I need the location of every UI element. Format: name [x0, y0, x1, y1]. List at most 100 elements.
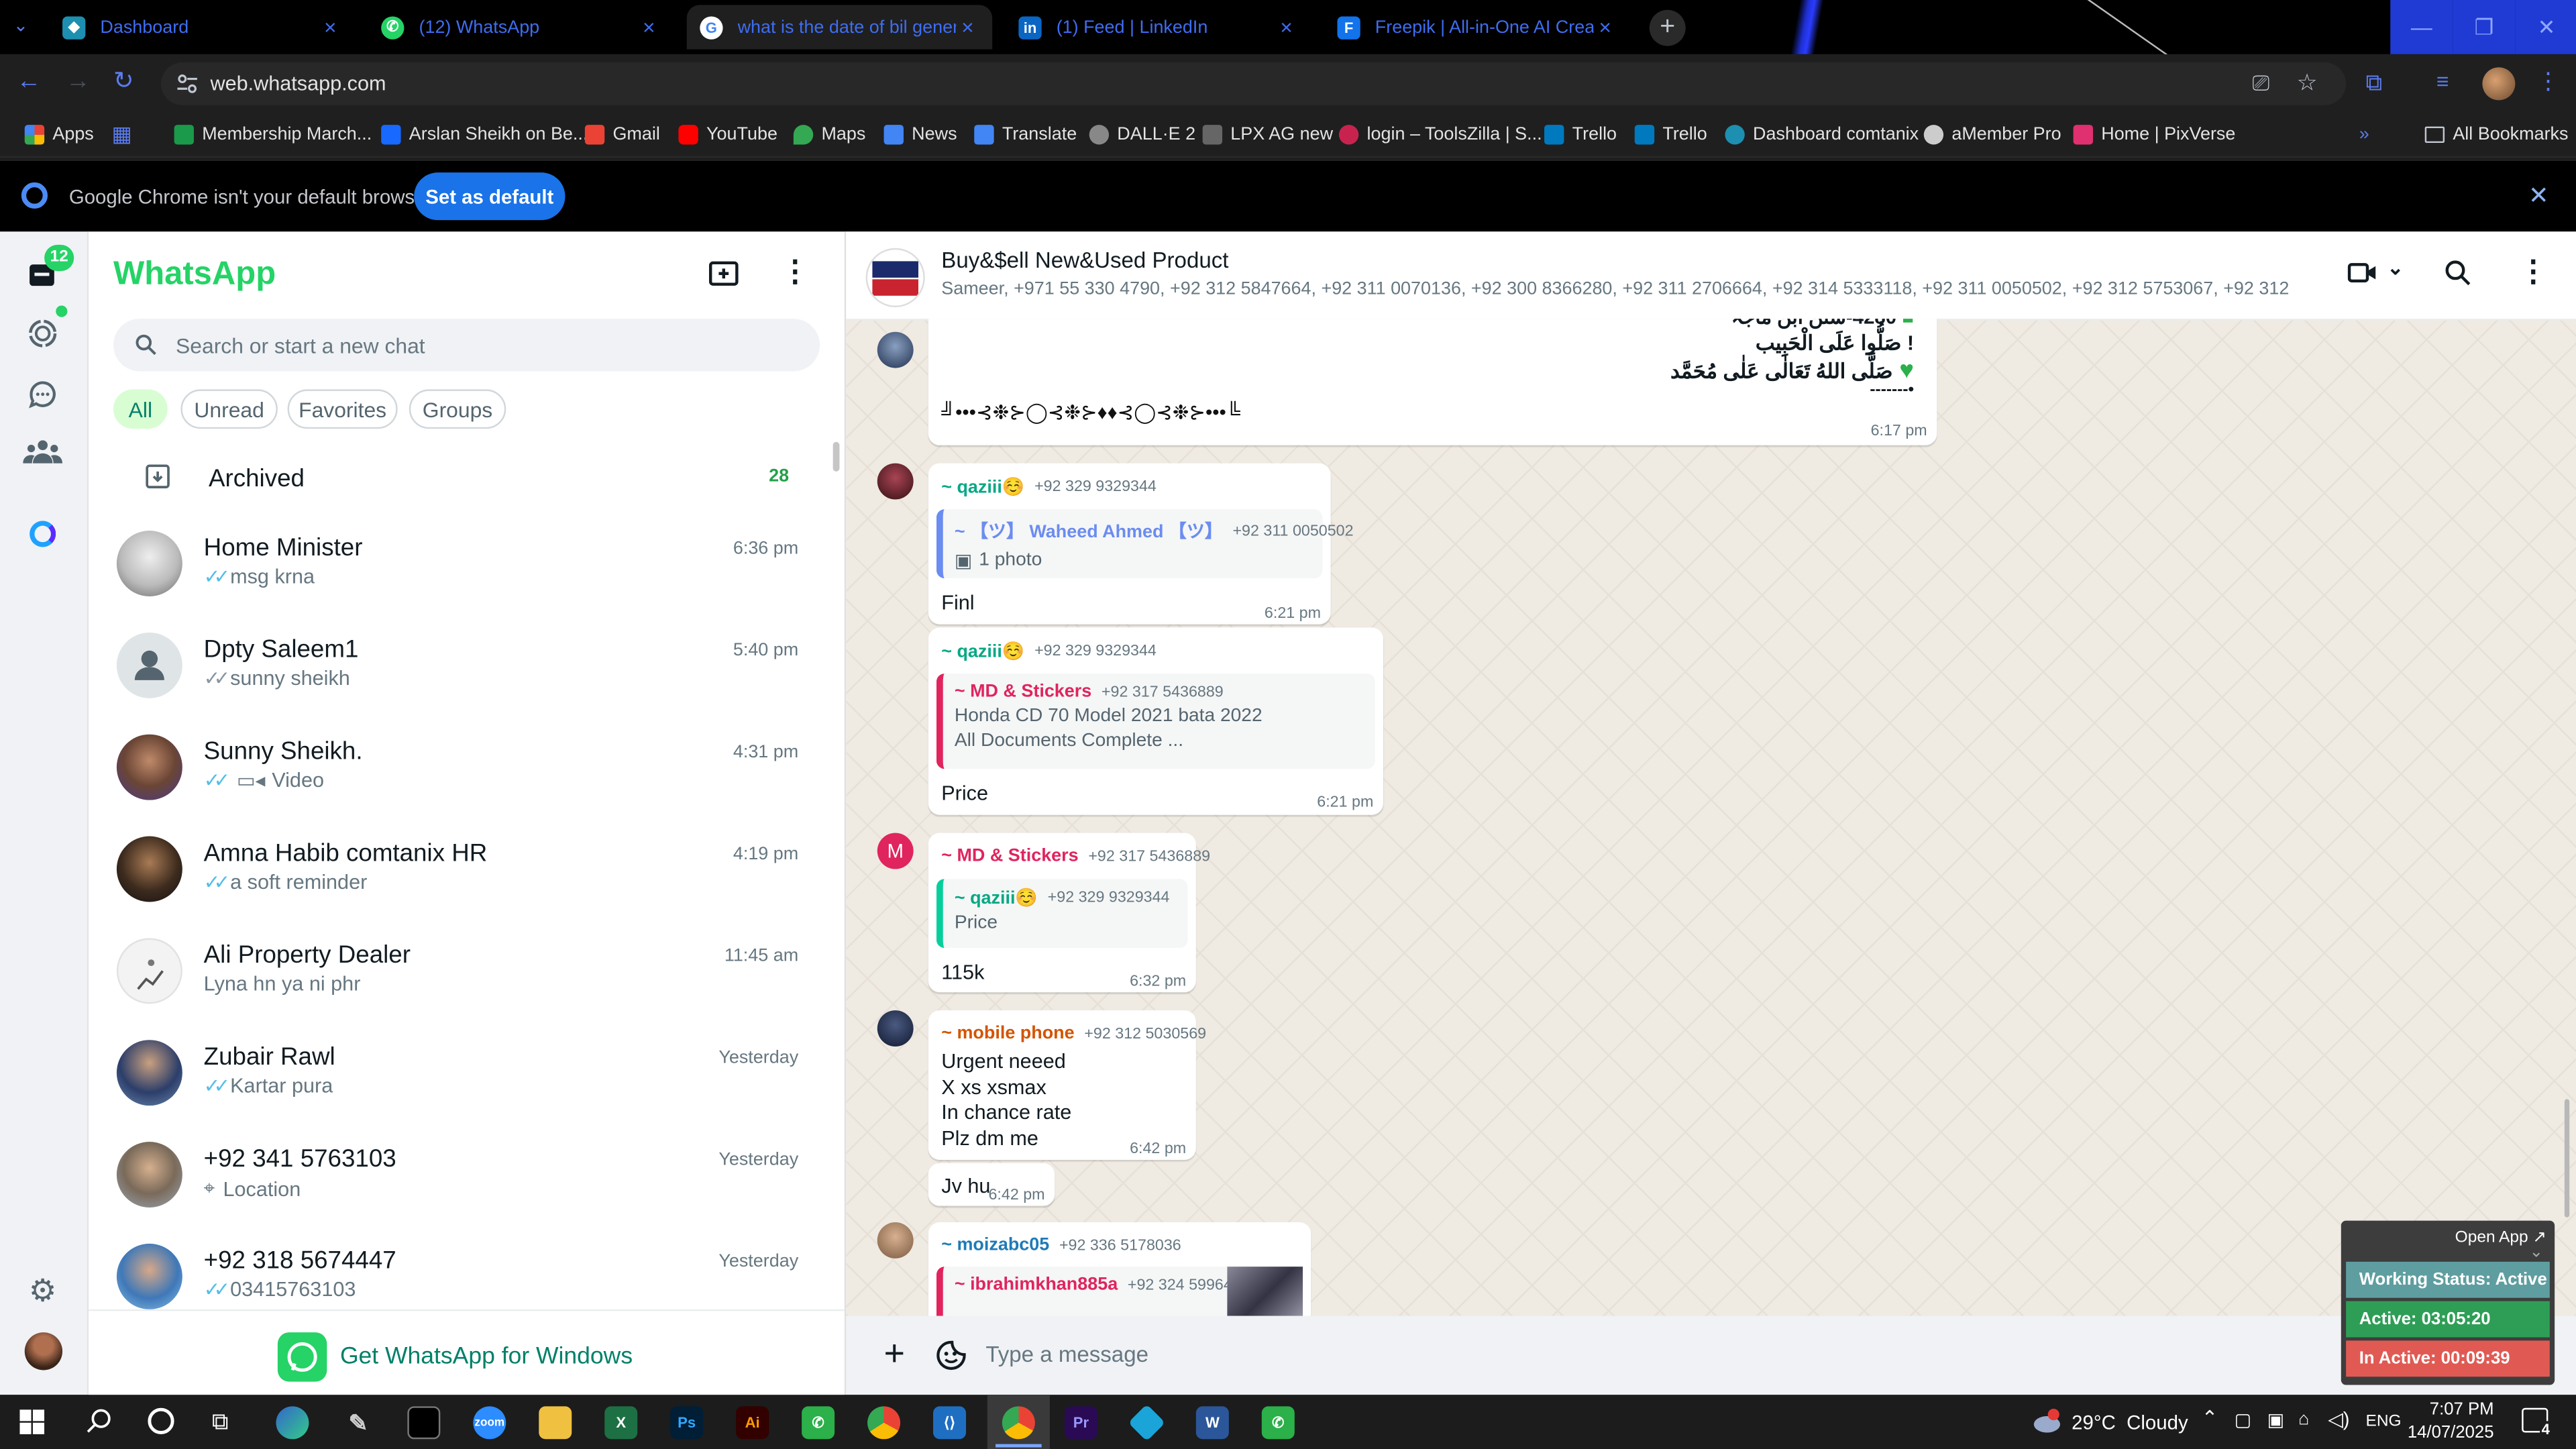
- zoom-icon[interactable]: zoom: [473, 1406, 506, 1440]
- close-icon[interactable]: ×: [1594, 15, 1617, 40]
- bookmark-membership[interactable]: Membership March...: [174, 121, 372, 148]
- conversation-scrollbar[interactable]: [2564, 1099, 2570, 1218]
- back-icon[interactable]: ←: [16, 67, 41, 95]
- chat-row[interactable]: Zubair Rawl Yesterday ✓✓ Kartar pura: [89, 1024, 845, 1126]
- bookmark-gmail[interactable]: Gmail: [584, 121, 660, 148]
- restore-button[interactable]: ❐: [2453, 0, 2516, 54]
- message-input[interactable]: Type a message: [985, 1342, 1148, 1367]
- bookmark-apps[interactable]: Apps: [24, 121, 94, 148]
- weather-text[interactable]: 29°C Cloudy: [2072, 1411, 2188, 1434]
- clock-time[interactable]: 7:07 PM: [2415, 1400, 2494, 1419]
- quoted-message[interactable]: ~ MD & Stickers +92 317 5436889 Honda CD …: [936, 674, 1375, 769]
- word-icon[interactable]: W: [1195, 1406, 1229, 1440]
- close-icon[interactable]: ×: [1275, 15, 1297, 40]
- collapse-chevron-icon[interactable]: ⌄: [2529, 1244, 2543, 1262]
- clock-date[interactable]: 14/07/2025: [2402, 1423, 2494, 1442]
- file-explorer-icon[interactable]: [539, 1406, 572, 1440]
- bookmark-dalle[interactable]: DALL·E 2: [1089, 121, 1195, 148]
- tab-search-icon[interactable]: ⌄: [13, 15, 40, 41]
- tab-freepik[interactable]: F Freepik | All-in-One AI Creative ×: [1324, 5, 1630, 49]
- whatsapp-desktop-icon[interactable]: ✆: [1261, 1406, 1295, 1440]
- new-chat-icon[interactable]: [708, 260, 741, 289]
- bookmark-youtube[interactable]: YouTube: [678, 121, 777, 148]
- premiere-icon[interactable]: Pr: [1064, 1406, 1097, 1440]
- message-sender[interactable]: ~ mobile phone +92 312 5030569: [941, 1024, 1206, 1043]
- chat-row[interactable]: Amna Habib comtanix HR 4:19 pm ✓✓ a soft …: [89, 820, 845, 922]
- quoted-message[interactable]: ~ 【ツ】 Waheed Ahmed 【ツ】 +92 311 0050502 ▣ 1…: [936, 509, 1354, 579]
- communities-icon[interactable]: [23, 435, 63, 468]
- menu-dots-icon[interactable]: ⋮: [2518, 255, 2548, 289]
- bookmark-news[interactable]: News: [883, 121, 957, 148]
- filter-all[interactable]: All: [113, 389, 168, 429]
- extensions-icon[interactable]: ⧉: [2366, 69, 2382, 97]
- group-avatar[interactable]: [865, 248, 925, 307]
- close-icon[interactable]: ×: [637, 15, 660, 40]
- chat-row[interactable]: +92 341 5763103 Yesterday ⌖ Location: [89, 1126, 845, 1228]
- profile-avatar[interactable]: [24, 1332, 63, 1371]
- all-bookmarks-folder[interactable]: All Bookmarks: [2424, 121, 2568, 148]
- status-icon[interactable]: [26, 317, 59, 350]
- infobar-close-icon[interactable]: ✕: [2528, 180, 2549, 211]
- network-icon[interactable]: ⌂: [2298, 1409, 2309, 1429]
- sender-avatar[interactable]: [877, 1010, 914, 1047]
- channels-icon[interactable]: [26, 378, 59, 411]
- photoshop-icon[interactable]: Ps: [670, 1406, 704, 1440]
- message-sender[interactable]: ~ MD & Stickers +92 317 5436889: [941, 846, 1210, 865]
- sender-avatar[interactable]: [877, 463, 914, 500]
- bookmark-pixverse[interactable]: Home | PixVerse: [2073, 121, 2235, 148]
- vscode-icon[interactable]: ⟨⟩: [933, 1406, 967, 1440]
- bookmark-amember[interactable]: aMember Pro: [1923, 121, 2061, 148]
- close-icon[interactable]: ×: [956, 15, 979, 40]
- archived-row[interactable]: Archived 28: [89, 449, 845, 511]
- chat-row[interactable]: Sunny Sheikh. 4:31 pm ✓✓ ▭◂ Video: [89, 718, 845, 820]
- filter-favorites[interactable]: Favorites: [287, 389, 398, 429]
- chat-row[interactable]: Dpty Saleem1 5:40 pm ✓✓ sunny sheikh: [89, 616, 845, 718]
- cortana-icon[interactable]: [148, 1407, 174, 1434]
- excel-icon[interactable]: X: [604, 1406, 638, 1440]
- bookmark-dashboard-comtanix[interactable]: Dashboard comtanix: [1725, 121, 1919, 148]
- tab-whatsapp[interactable]: ✆ (12) WhatsApp ×: [368, 5, 674, 49]
- omnibox[interactable]: web.whatsapp.com ⎚ ☆: [161, 62, 2347, 105]
- new-tab-button[interactable]: +: [1649, 9, 1686, 46]
- window-close-button[interactable]: ✕: [2515, 0, 2576, 54]
- app-diamond-icon[interactable]: [1128, 1404, 1166, 1442]
- settings-gear-icon[interactable]: ⚙: [26, 1276, 59, 1309]
- tray-meet-icon[interactable]: ▣: [2267, 1409, 2284, 1431]
- media-control-icon[interactable]: ≡: [2436, 69, 2449, 94]
- windows-start-icon[interactable]: [19, 1409, 45, 1434]
- meta-ai-icon[interactable]: [30, 521, 56, 547]
- chrome-menu-icon[interactable]: ⋮: [2536, 67, 2559, 95]
- set-as-default-button[interactable]: Set as default: [414, 172, 566, 221]
- sender-avatar[interactable]: [877, 331, 914, 368]
- filter-unread[interactable]: Unread: [180, 389, 278, 429]
- attach-plus-icon[interactable]: +: [884, 1333, 905, 1374]
- volume-icon[interactable]: ◁): [2328, 1408, 2349, 1431]
- chrome-taskbar-icon[interactable]: [867, 1406, 901, 1440]
- search-icon[interactable]: [2445, 260, 2471, 286]
- chrome-active-icon[interactable]: [1002, 1406, 1035, 1440]
- site-info-icon[interactable]: [176, 72, 199, 95]
- tab-dashboard[interactable]: ◆ Dashboard ×: [49, 5, 355, 49]
- pen-tool-icon[interactable]: ✎: [341, 1406, 374, 1439]
- tray-chevron-icon[interactable]: ⌃: [2202, 1406, 2218, 1429]
- bookmark-translate[interactable]: Translate: [974, 121, 1077, 148]
- tab-google-search[interactable]: G what is the date of bil generatio ×: [686, 5, 993, 50]
- bookmark-trello-1[interactable]: Trello: [1544, 121, 1617, 148]
- edge-icon[interactable]: [276, 1406, 309, 1440]
- get-app-banner[interactable]: Get WhatsApp for Windows: [89, 1309, 845, 1397]
- bookmark-toolszilla[interactable]: login – ToolsZilla | S...: [1338, 121, 1542, 148]
- minimize-button[interactable]: —: [2390, 0, 2453, 54]
- search-icon[interactable]: [85, 1408, 111, 1434]
- install-app-icon[interactable]: ⎚: [2253, 70, 2269, 97]
- bookmark-behance[interactable]: Arslan Sheikh on Be...: [381, 121, 588, 148]
- tray-app-icon[interactable]: ▢: [2235, 1409, 2251, 1431]
- chat-row[interactable]: Ali Property Dealer 11:45 am Lyna hn ya …: [89, 922, 845, 1024]
- forward-icon[interactable]: →: [66, 67, 91, 95]
- chat-list-scrollbar[interactable]: [833, 441, 840, 472]
- tab-groups-icon[interactable]: ▦: [112, 121, 132, 148]
- chevron-down-icon[interactable]: ⌄: [2387, 256, 2404, 279]
- message-sender[interactable]: ~ qaziii☺️ +92 329 9329344: [941, 641, 1157, 662]
- quoted-message[interactable]: ~ qaziii☺️ +92 329 9329344 Price: [936, 879, 1188, 949]
- menu-dots-icon[interactable]: ⋮: [780, 255, 810, 289]
- profile-avatar[interactable]: [2482, 67, 2516, 101]
